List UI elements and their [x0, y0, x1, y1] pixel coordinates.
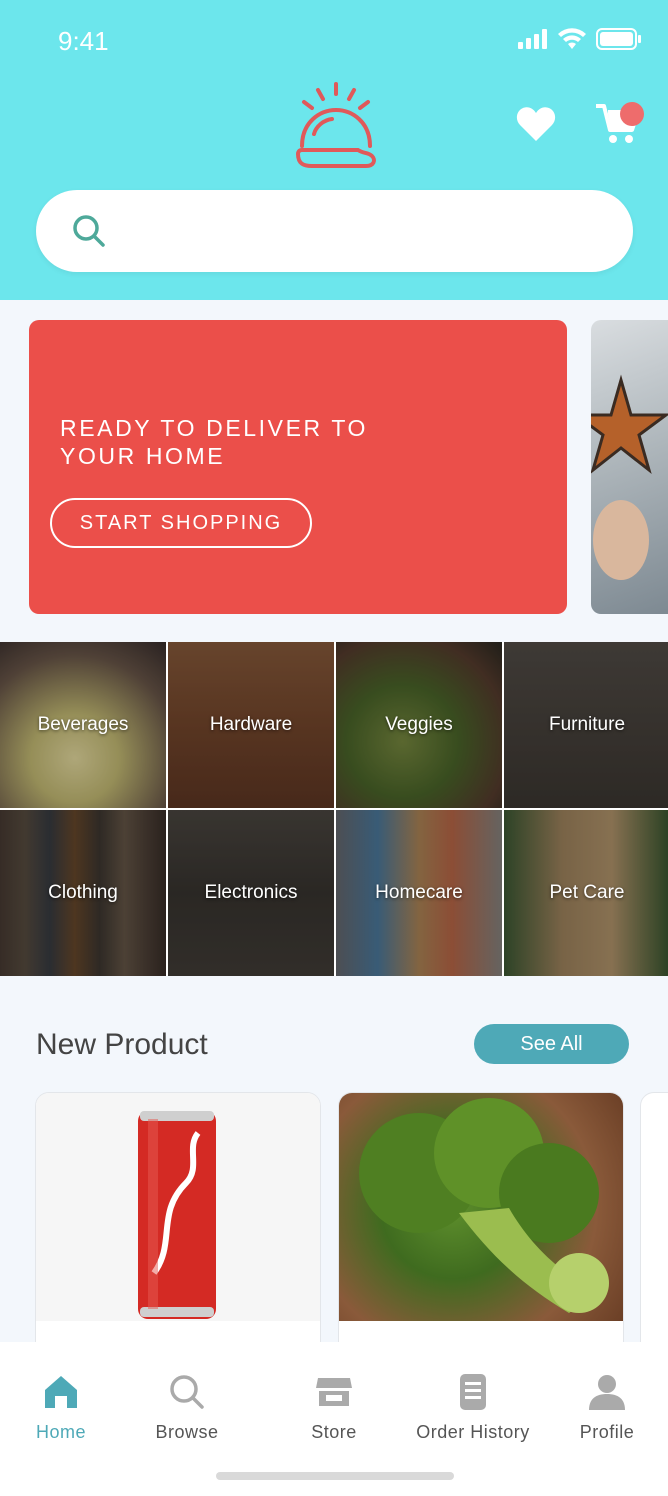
category-label: Furniture: [548, 714, 626, 735]
search-icon: [170, 1375, 204, 1409]
home-icon: [45, 1376, 77, 1408]
category-label: Hardware: [209, 714, 293, 735]
category-veggies[interactable]: Veggies: [336, 642, 502, 808]
battery-icon: [596, 28, 641, 50]
category-label: Veggies: [385, 714, 453, 735]
product-image: [339, 1093, 623, 1321]
category-grid: Beverages Hardware Veggies Furniture Clo…: [0, 642, 668, 976]
promo-banner-next[interactable]: [591, 320, 668, 614]
tab-label: Home: [35, 1422, 86, 1442]
search-bar[interactable]: [36, 190, 633, 272]
start-shopping-button[interactable]: START SHOPPING: [50, 498, 312, 548]
category-label: Clothing: [48, 882, 118, 903]
category-label: Electronics: [204, 882, 298, 903]
status-time: 9:41: [58, 26, 109, 56]
tab-store[interactable]: Store: [269, 1372, 399, 1443]
tab-label: Store: [311, 1422, 357, 1442]
tab-order-history[interactable]: Order History: [408, 1372, 538, 1443]
promo-banner[interactable]: READY TO DELIVER TO YOUR HOME START SHOP…: [29, 320, 567, 614]
home-indicator[interactable]: [216, 1472, 454, 1480]
category-homecare[interactable]: Homecare: [336, 810, 502, 976]
header: 9:41: [0, 0, 668, 300]
category-beverages[interactable]: Beverages: [0, 642, 166, 808]
search-input[interactable]: [126, 210, 606, 252]
store-icon: [316, 1378, 352, 1406]
tab-profile[interactable]: Profile: [542, 1372, 668, 1443]
category-label: Beverages: [37, 714, 129, 735]
category-pet-care[interactable]: Pet Care: [504, 810, 668, 976]
category-label: Homecare: [375, 882, 463, 903]
app-screen: 9:41 READY TO DELIVER TO YOUR HOME START…: [0, 0, 668, 1496]
see-all-button[interactable]: See All: [474, 1024, 629, 1064]
cart-notification-badge: [620, 102, 644, 126]
wifi-icon: [558, 28, 586, 49]
tab-browse[interactable]: Browse: [122, 1372, 252, 1443]
category-label: Pet Care: [549, 882, 625, 903]
category-clothing[interactable]: Clothing: [0, 810, 166, 976]
tab-label: Profile: [579, 1422, 635, 1442]
signal-icon: [518, 29, 547, 49]
tab-label: Order History: [416, 1422, 530, 1442]
receipt-icon: [460, 1374, 486, 1410]
category-electronics[interactable]: Electronics: [168, 810, 334, 976]
category-hardware[interactable]: Hardware: [168, 642, 334, 808]
cloche-logo-icon: [295, 82, 376, 168]
user-icon: [589, 1375, 625, 1410]
tab-label: Browse: [155, 1422, 219, 1442]
product-image: [36, 1093, 320, 1321]
favorites-heart-icon[interactable]: [516, 106, 556, 142]
status-icons: [518, 28, 642, 50]
new-product-title: New Product: [36, 1028, 208, 1061]
star-ornament-image: [591, 374, 668, 580]
search-icon: [73, 215, 105, 247]
banner-title: READY TO DELIVER TO YOUR HOME: [60, 415, 369, 469]
category-furniture[interactable]: Furniture: [504, 642, 668, 808]
tab-home[interactable]: Home: [0, 1372, 126, 1443]
